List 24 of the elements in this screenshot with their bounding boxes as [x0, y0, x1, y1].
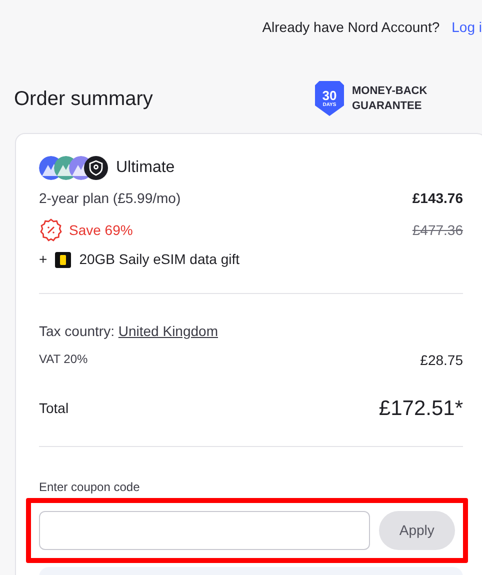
page-title: Order summary	[14, 86, 153, 112]
plan-price: £143.76	[412, 189, 463, 208]
plus-sign: +	[39, 250, 48, 269]
badge-number: 30	[322, 88, 337, 102]
login-link[interactable]: Log i	[452, 16, 482, 38]
total-label: Total	[39, 399, 69, 418]
total-amount: £172.51*	[378, 396, 463, 422]
shield-user-icon	[84, 156, 108, 180]
country-link[interactable]: United Kingdom	[118, 323, 218, 339]
vat-label: VAT 20%	[39, 351, 88, 368]
tax-label: Tax country:	[39, 323, 116, 339]
coupon-field[interactable]	[39, 510, 370, 550]
vat-amount: £28.75	[420, 351, 463, 370]
sim-card-icon	[55, 252, 72, 268]
original-price: £477.36	[412, 220, 463, 240]
discount-text: Save 69%	[69, 220, 133, 240]
gift-text: 20GB Saily eSIM data gift	[79, 250, 240, 269]
account-prompt: Already have Nord Account?	[262, 18, 440, 37]
discount-icon	[39, 218, 63, 242]
product-name: Ultimate	[116, 158, 175, 178]
apply-button[interactable]: Apply	[378, 510, 455, 550]
guarantee-text: MONEY-BACK GUARANTEE	[352, 84, 428, 114]
coupon-label: Enter coupon code	[39, 478, 141, 496]
plan-text: 2-year plan (£5.99/mo)	[39, 189, 181, 208]
